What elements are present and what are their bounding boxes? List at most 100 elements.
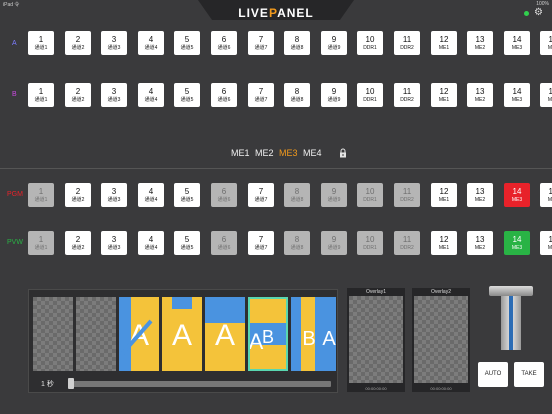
source-number: 13	[475, 87, 485, 96]
source-number: 12	[439, 87, 449, 96]
source-number: 10	[365, 35, 375, 44]
pgm-source-button-10[interactable]: 10 DDR1	[357, 183, 383, 207]
row-b-source-button-13[interactable]: 13 ME2	[467, 83, 493, 107]
pvw-source-button-2[interactable]: 2 通道2	[65, 231, 91, 255]
row-b-source-button-9[interactable]: 9 通道9	[321, 83, 347, 107]
source-number: 9	[331, 235, 337, 244]
row-a-source-button-12[interactable]: 12 ME1	[431, 31, 457, 55]
pgm-source-button-3[interactable]: 3 通道3	[101, 183, 127, 207]
row-b-source-button-15[interactable]: 15ME4	[540, 83, 552, 107]
take-button[interactable]: TAKE	[514, 362, 544, 387]
tab-me3[interactable]: ME3	[279, 148, 298, 158]
transition-thumb-wipe-b[interactable]: A	[162, 297, 202, 371]
pgm-source-button-5[interactable]: 5 通道5	[174, 183, 200, 207]
transition-thumb-cut[interactable]	[76, 297, 116, 371]
pvw-source-button-7[interactable]: 7 通道7	[248, 231, 274, 255]
tab-me2[interactable]: ME2	[255, 148, 274, 158]
source-number: 1	[38, 35, 44, 44]
source-number: 9	[331, 187, 337, 196]
pvw-source-button-12[interactable]: 12 ME1	[431, 231, 457, 255]
row-b-source-button-7[interactable]: 7 通道7	[248, 83, 274, 107]
source-label: ME1	[438, 45, 450, 51]
source-number: 10	[365, 87, 375, 96]
transition-thumb-wipe-a[interactable]: A	[119, 297, 159, 371]
pgm-source-button-6[interactable]: 6 通道6	[211, 183, 237, 207]
row-b-source-button-14[interactable]: 14 ME3	[504, 83, 530, 107]
transition-thumb-push-selected[interactable]: B A	[248, 297, 288, 371]
row-a-source-button-11[interactable]: 11 DDR2	[394, 31, 420, 55]
pvw-source-button-11[interactable]: 11 DDR2	[394, 231, 420, 255]
row-b-source-button-2[interactable]: 2 通道2	[65, 83, 91, 107]
pgm-source-button-4[interactable]: 4 通道4	[138, 183, 164, 207]
row-b-label: B	[12, 91, 17, 98]
pvw-source-button-5[interactable]: 5 通道5	[174, 231, 200, 255]
row-a-source-button-6[interactable]: 6 通道6	[211, 31, 237, 55]
pgm-source-button-8[interactable]: 8 通道8	[284, 183, 310, 207]
transition-thumb-slide[interactable]: B A	[291, 297, 336, 371]
row-a-source-button-13[interactable]: 13 ME2	[467, 31, 493, 55]
source-number: 1	[38, 87, 44, 96]
pgm-source-button-2[interactable]: 2 通道2	[65, 183, 91, 207]
pvw-source-button-13[interactable]: 13 ME2	[467, 231, 493, 255]
source-label: ME1	[438, 97, 450, 103]
source-label: 通道1	[34, 245, 48, 251]
pgm-source-button-15[interactable]: 15ME4	[540, 183, 552, 207]
row-b-source-button-10[interactable]: 10 DDR1	[357, 83, 383, 107]
row-b-source-button-12[interactable]: 12 ME1	[431, 83, 457, 107]
transition-thumb-wipe-c[interactable]: A	[205, 297, 245, 371]
source-number: 15	[548, 87, 552, 96]
row-b-source-button-8[interactable]: 8 通道8	[284, 83, 310, 107]
pvw-source-button-8[interactable]: 8 通道8	[284, 231, 310, 255]
row-b-source-button-3[interactable]: 3 通道3	[101, 83, 127, 107]
pgm-source-button-7[interactable]: 7 通道7	[248, 183, 274, 207]
source-label: DDR2	[400, 245, 414, 251]
row-b-source-button-4[interactable]: 4 通道4	[138, 83, 164, 107]
pvw-source-button-1[interactable]: 1 通道1	[28, 231, 54, 255]
pgm-source-button-13[interactable]: 13 ME2	[467, 183, 493, 207]
title-highlight: P	[268, 6, 278, 20]
row-a-source-button-5[interactable]: 5 通道5	[174, 31, 200, 55]
row-b-source-button-11[interactable]: 11 DDR2	[394, 83, 420, 107]
pvw-source-button-6[interactable]: 6 通道6	[211, 231, 237, 255]
pvw-source-button-9[interactable]: 9 通道9	[321, 231, 347, 255]
row-a-source-button-4[interactable]: 4 通道4	[138, 31, 164, 55]
pgm-source-button-14[interactable]: 14 ME3	[504, 183, 530, 207]
pvw-source-button-14[interactable]: 14 ME3	[504, 231, 530, 255]
row-b-source-button-5[interactable]: 5 通道5	[174, 83, 200, 107]
row-a-source-button-7[interactable]: 7 通道7	[248, 31, 274, 55]
pvw-source-button-15[interactable]: 15ME4	[540, 231, 552, 255]
source-number: 6	[221, 87, 227, 96]
svg-text:B: B	[262, 327, 274, 347]
row-a-source-button-9[interactable]: 9 通道9	[321, 31, 347, 55]
row-a-source-button-3[interactable]: 3 通道3	[101, 31, 127, 55]
pgm-source-button-9[interactable]: 9 通道9	[321, 183, 347, 207]
row-a-source-button-1[interactable]: 1 通道1	[28, 31, 54, 55]
row-b-source-button-6[interactable]: 6 通道6	[211, 83, 237, 107]
overlay1-panel[interactable]: Overlay1 00:00:00:00	[347, 288, 405, 392]
row-b-source-button-1[interactable]: 1 通道1	[28, 83, 54, 107]
pvw-source-button-3[interactable]: 3 通道3	[101, 231, 127, 255]
transition-thumb-fade[interactable]	[33, 297, 73, 371]
gear-icon[interactable]: ⚙	[534, 8, 543, 18]
source-number: 12	[439, 235, 449, 244]
slider-handle[interactable]	[68, 378, 74, 389]
tbar-handle[interactable]	[489, 286, 533, 296]
overlay2-panel[interactable]: Overlay2 00:00:00:00	[412, 288, 470, 392]
pgm-source-button-12[interactable]: 12 ME1	[431, 183, 457, 207]
tab-me4[interactable]: ME4	[303, 148, 322, 158]
pgm-source-button-1[interactable]: 1 通道1	[28, 183, 54, 207]
transition-duration-slider[interactable]	[68, 381, 331, 387]
row-a-source-button-15[interactable]: 15ME4	[540, 31, 552, 55]
pvw-source-button-4[interactable]: 4 通道4	[138, 231, 164, 255]
row-a-source-button-8[interactable]: 8 通道8	[284, 31, 310, 55]
auto-button[interactable]: AUTO	[478, 362, 508, 387]
source-label: 通道8	[290, 197, 304, 203]
tab-me1[interactable]: ME1	[231, 148, 250, 158]
row-a-source-button-2[interactable]: 2 通道2	[65, 31, 91, 55]
lock-icon[interactable]	[338, 148, 348, 158]
row-a-source-button-14[interactable]: 14 ME3	[504, 31, 530, 55]
pgm-source-button-11[interactable]: 11 DDR2	[394, 183, 420, 207]
source-label: 通道2	[71, 245, 85, 251]
pvw-source-button-10[interactable]: 10 DDR1	[357, 231, 383, 255]
row-a-source-button-10[interactable]: 10 DDR1	[357, 31, 383, 55]
